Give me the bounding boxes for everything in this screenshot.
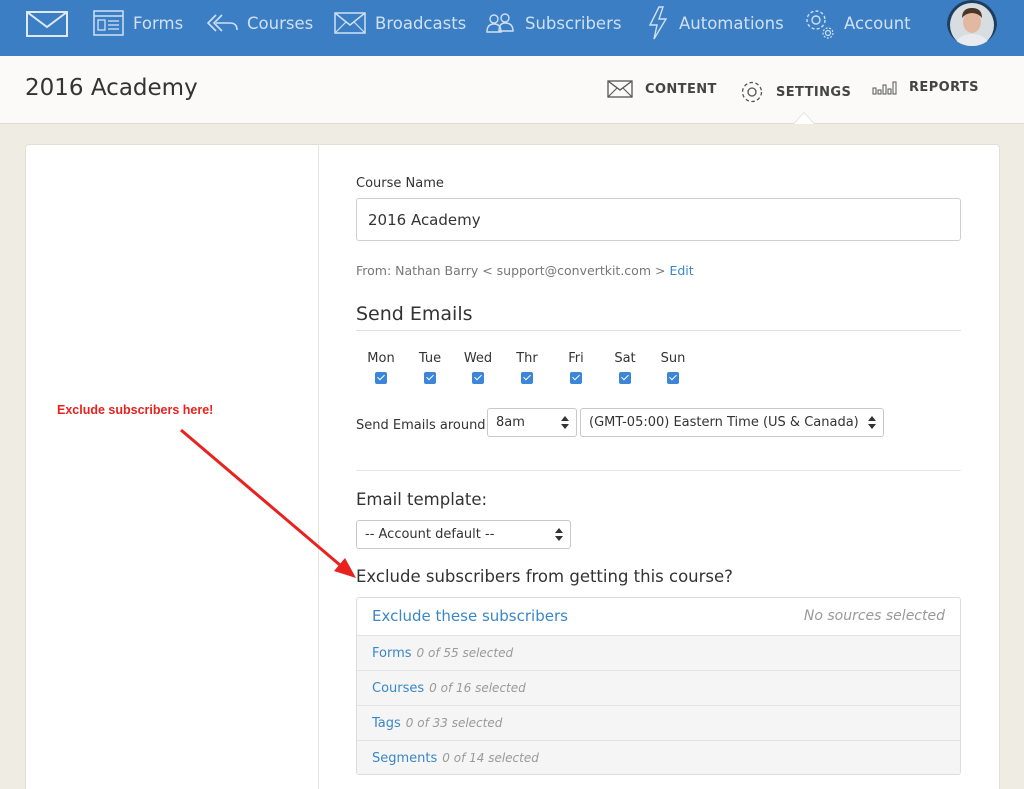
select-value: -- Account default -- [365, 527, 495, 542]
from-text: From: Nathan Barry < support@convertkit.… [356, 263, 666, 278]
day-label: Sat [614, 351, 636, 366]
select-value: 8am [496, 415, 525, 430]
email-template-select[interactable]: -- Account default -- [356, 520, 571, 549]
exclude-tags-link[interactable]: Tags [372, 716, 401, 731]
subscribers-icon [486, 13, 514, 33]
day-checkbox[interactable] [521, 372, 533, 384]
course-name-label: Course Name [356, 176, 444, 191]
day-checkbox[interactable] [570, 372, 582, 384]
day-sat: Sat [605, 351, 645, 384]
divider [356, 330, 961, 331]
day-checkbox[interactable] [424, 372, 436, 384]
nav-label: Courses [247, 13, 314, 33]
day-label: Mon [367, 351, 395, 366]
day-thr: Thr [507, 351, 547, 384]
active-tab-indicator-fill [794, 113, 814, 124]
courses-icon [206, 14, 238, 32]
course-header: 2016 Academy CONTENT SETTINGS REPORTS [0, 56, 1024, 124]
select-arrows-icon [555, 528, 563, 542]
exclude-forms-link[interactable]: Forms [372, 646, 412, 661]
exclude-row-tags: Tags 0 of 33 selected [357, 705, 960, 740]
day-label: Wed [463, 351, 493, 366]
edit-from-link[interactable]: Edit [669, 263, 693, 278]
exclude-subscribers-link[interactable]: Exclude these subscribers [372, 607, 568, 625]
divider [356, 470, 961, 471]
day-checkbox[interactable] [375, 372, 387, 384]
tab-content[interactable]: CONTENT [607, 80, 717, 98]
exclude-row-courses: Courses 0 of 16 selected [357, 670, 960, 705]
nav-label: Automations [679, 13, 784, 33]
day-checkbox[interactable] [619, 372, 631, 384]
nav-item-broadcasts[interactable]: Broadcasts [334, 0, 466, 46]
course-name-input[interactable] [356, 198, 961, 241]
account-icon [806, 10, 834, 39]
day-wed: Wed [458, 351, 498, 384]
day-checkbox[interactable] [667, 372, 679, 384]
day-label: Thr [516, 351, 538, 366]
gear-icon [741, 81, 763, 103]
from-line: From: Nathan Barry < support@convertkit.… [356, 263, 694, 278]
tab-label: CONTENT [645, 81, 717, 97]
top-navigation: Forms Courses Broadcasts Subscribers Aut… [0, 0, 1024, 56]
day-fri: Fri [556, 351, 596, 384]
annotation-text: Exclude subscribers here! [57, 403, 214, 417]
nav-label: Forms [133, 13, 184, 33]
day-tue: Tue [410, 351, 450, 384]
exclude-row-segments: Segments 0 of 14 selected [357, 740, 960, 774]
tab-label: SETTINGS [776, 84, 852, 100]
nav-label: Subscribers [525, 13, 622, 33]
envelope-icon [607, 80, 633, 98]
exclude-status: No sources selected [803, 608, 945, 624]
selection-count: 0 of 14 selected [442, 751, 539, 765]
sidebar-divider [318, 144, 319, 789]
exclude-panel-header: Exclude these subscribers No sources sel… [357, 598, 960, 635]
user-avatar[interactable] [947, 0, 997, 46]
email-template-heading: Email template: [356, 490, 488, 509]
nav-item-forms[interactable]: Forms [93, 0, 183, 46]
send-emails-heading: Send Emails [356, 303, 473, 325]
tab-settings[interactable]: SETTINGS [740, 80, 851, 104]
automations-icon [648, 6, 668, 40]
day-mon: Mon [361, 351, 401, 384]
broadcasts-icon [334, 12, 366, 34]
exclude-courses-link[interactable]: Courses [372, 681, 424, 696]
nav-item-automations[interactable]: Automations [647, 0, 784, 46]
convertkit-logo-icon[interactable] [26, 11, 68, 37]
nav-label: Account [844, 13, 911, 33]
select-arrows-icon [561, 416, 569, 430]
exclude-row-forms: Forms 0 of 55 selected [357, 635, 960, 670]
nav-label: Broadcasts [375, 13, 467, 33]
exclude-segments-link[interactable]: Segments [372, 751, 437, 766]
nav-item-subscribers[interactable]: Subscribers [485, 0, 621, 46]
select-arrows-icon [868, 416, 876, 430]
exclude-heading: Exclude subscribers from getting this co… [356, 567, 733, 586]
day-label: Fri [568, 351, 584, 366]
nav-item-courses[interactable]: Courses [206, 0, 313, 46]
day-label: Tue [418, 351, 442, 366]
select-value: (GMT-05:00) Eastern Time (US & Canada) [589, 415, 859, 430]
selection-count: 0 of 33 selected [405, 716, 503, 730]
exclude-subscribers-panel: Exclude these subscribers No sources sel… [356, 597, 961, 775]
send-time-select[interactable]: 8am [487, 408, 577, 437]
day-checkbox[interactable] [472, 372, 484, 384]
page-title: 2016 Academy [25, 75, 198, 101]
selection-count: 0 of 55 selected [416, 646, 514, 660]
timezone-select[interactable]: (GMT-05:00) Eastern Time (US & Canada) [580, 408, 884, 437]
forms-icon [93, 10, 124, 36]
selection-count: 0 of 16 selected [429, 681, 526, 695]
day-sun: Sun [653, 351, 693, 384]
day-label: Sun [660, 351, 686, 366]
nav-item-account[interactable]: Account [803, 0, 911, 46]
bar-chart-icon [872, 81, 897, 94]
tab-reports[interactable]: REPORTS [872, 80, 979, 95]
tab-label: REPORTS [909, 80, 979, 95]
send-around-label: Send Emails around [356, 418, 486, 433]
